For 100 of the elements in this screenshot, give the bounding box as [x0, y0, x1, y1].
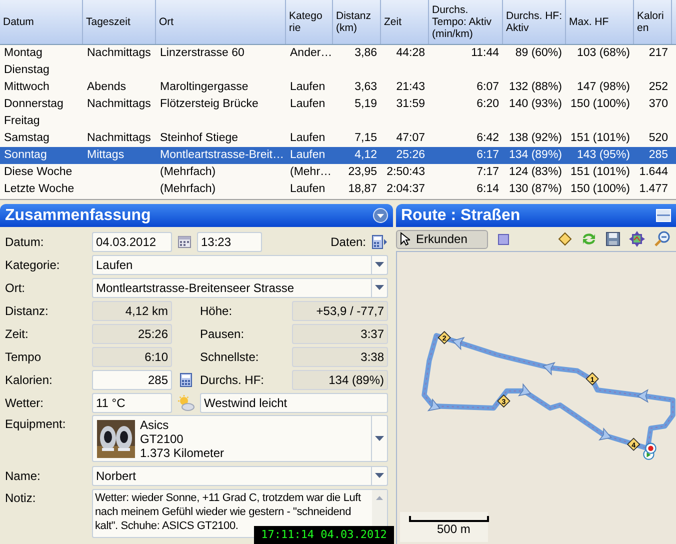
table-cell-text: 7:17	[476, 164, 499, 180]
table-cell-text: Nachmittags	[87, 96, 151, 112]
table-cell-text: 44:28	[396, 46, 425, 61]
table-cell-text: 21:43	[396, 80, 425, 95]
table-cell-text: Linzerstrasse 60	[160, 46, 244, 61]
table-cell-text: 23,95	[348, 164, 377, 180]
table-cell-text: Laufen	[290, 148, 326, 163]
table-cell-text: Dienstag	[4, 62, 50, 78]
field-label: Kategorie:	[5, 256, 61, 274]
field-label: Daten:	[330, 234, 366, 250]
table-cell-text: 4,12	[354, 148, 377, 163]
field-label: Pausen:	[200, 326, 246, 342]
table-cell-text: Montag	[4, 46, 42, 61]
field-label: Kalorien:	[5, 372, 54, 388]
table-cell-text: Sonntag	[4, 148, 47, 163]
table-cell-text: 11:44	[471, 46, 499, 61]
table-cell-text: 143 (95%)	[576, 148, 630, 163]
table-cell-text: 2:04:37	[386, 182, 425, 197]
table-cell-text: 103 (68%)	[576, 46, 630, 61]
readonly-field: 25:26	[92, 324, 172, 344]
table-cell-text: Mittags	[87, 148, 124, 163]
table-cell-text: 140 (93%)	[508, 96, 562, 112]
table-cell-text: 18,87	[348, 182, 377, 197]
table-cell-text: 1.644	[639, 164, 668, 180]
table-cell-text: 3,86	[354, 46, 377, 61]
table-cell-text: 370	[648, 96, 668, 112]
readonly-field: 3:38	[292, 346, 388, 366]
readonly-field: 3:37	[292, 324, 388, 344]
table-cell-text: Donnerstag	[4, 96, 64, 112]
field-label: Zeit:	[5, 326, 30, 342]
table-cell-text: Laufen	[290, 80, 326, 95]
table-cell-text: 6:17	[476, 148, 499, 163]
table-cell-text: Abends	[87, 80, 126, 95]
table-cell-text: 6:42	[476, 130, 499, 146]
field-label: Name:	[5, 468, 42, 484]
table-cell-text: 2:50:43	[386, 164, 425, 180]
table-cell-text: 6:14	[476, 182, 499, 197]
table-cell-text: Mittwoch	[4, 80, 50, 95]
table-cell-text: 150 (100%)	[570, 96, 630, 112]
field-label: Höhe:	[200, 302, 234, 320]
table-cell-text: (Mehrfach)	[160, 182, 216, 197]
table-cell-text: 217	[648, 46, 668, 61]
scale-label: 500 m	[436, 522, 472, 536]
table-cell-text: 130 (87%)	[508, 182, 562, 197]
table-cell-text: Nachmittags	[87, 46, 151, 61]
readonly-field: +53,9 / -77,7	[292, 300, 388, 320]
table-cell-text: Samstag	[4, 130, 50, 146]
table-cell-text: 6:20	[476, 96, 499, 112]
table-cell-text: Montleartstrasse-Breit…	[160, 148, 284, 163]
table-cell-text: Laufen	[290, 130, 326, 146]
table-cell-text: 134 (89%)	[508, 148, 562, 163]
table-cell-text: 1.477	[639, 182, 668, 197]
field-label: Schnellste:	[200, 348, 260, 366]
table-cell-text: Laufen	[290, 96, 326, 112]
panel-title: Zusammenfassung	[5, 206, 151, 226]
field-label: Tempo	[5, 348, 42, 366]
table-cell-text: (Mehr…	[290, 164, 332, 180]
readonly-field: 134 (89%)	[292, 370, 388, 390]
field-label: Distanz:	[5, 302, 50, 320]
table-cell-text: Maroltingergasse	[160, 80, 248, 95]
panel-title: Route : Straßen	[401, 206, 520, 226]
field-label: Equipment:	[5, 416, 67, 433]
readonly-field: 6:10	[92, 346, 172, 366]
field-label: Ort:	[5, 280, 26, 296]
table-cell-text: Letzte Woche	[4, 182, 74, 197]
table-cell-text: 252	[648, 80, 668, 95]
table-cell-text: (Mehrfach)	[160, 164, 216, 180]
table-cell-text: 132 (88%)	[508, 80, 562, 95]
table-cell-text: 151 (101%)	[570, 130, 630, 146]
equipment-text: 1.373 Kilometer	[140, 446, 224, 460]
table-cell-text: 25:26	[396, 148, 425, 163]
table-cell-text: 147 (98%)	[576, 80, 630, 95]
table-cell-text: 520	[648, 130, 668, 146]
table-cell-text: 124 (83%)	[508, 164, 562, 180]
table-cell-text: 31:59	[396, 96, 425, 112]
table-cell-text: 89 (60%)	[515, 46, 562, 61]
table-cell-text: Laufen	[290, 182, 326, 197]
table-cell-text: 47:07	[396, 130, 425, 146]
table-cell-text: Diese Woche	[4, 164, 72, 180]
table-cell-text: 138 (92%)	[508, 130, 562, 146]
table-cell-text: 3,63	[354, 80, 377, 95]
table-cell-text: Flötzersteig Brücke	[160, 96, 258, 112]
field-label: Notiz:	[5, 490, 37, 507]
table-cell-text: 6:07	[476, 80, 499, 95]
field-label: Durchs. HF:	[200, 372, 266, 388]
readonly-field: 4,12 km	[92, 300, 172, 320]
table-cell-text: 151 (101%)	[570, 164, 630, 180]
equipment-text: Asics	[140, 418, 170, 432]
table-cell-text: 150 (100%)	[570, 182, 630, 197]
clock-overlay: 17:11:14 04.03.2012	[254, 526, 394, 544]
equipment-text: GT2100	[140, 432, 184, 446]
table-cell-text: Nachmittags	[87, 130, 151, 146]
table-cell-text: 5,19	[354, 96, 377, 112]
table-cell-text: Ander…	[290, 46, 332, 61]
field-label: Datum:	[5, 234, 45, 250]
field-label: Wetter:	[5, 394, 44, 412]
table-cell-text: Freitag	[4, 114, 40, 129]
table-cell-text: 7,15	[354, 130, 377, 146]
table-cell-text: Steinhof Stiege	[160, 130, 238, 146]
table-cell-text: 285	[648, 148, 668, 163]
